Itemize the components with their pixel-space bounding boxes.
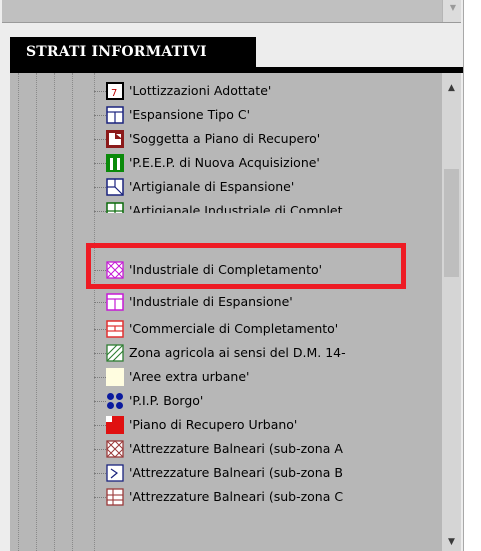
svg-text:7: 7: [111, 88, 117, 99]
tree-item-label: 'Attrezzature Balneari (sub-zona C: [129, 489, 344, 504]
artigianale-espansione-icon: [106, 178, 124, 196]
recupero-urbano-icon: [106, 416, 124, 434]
tree-item-label: 'P.E.E.P. di Nuova Acquisizione': [129, 155, 320, 170]
tree-item-label: 'Commerciale di Completamento': [129, 321, 339, 336]
scroll-down-arrow-icon[interactable]: ▼: [442, 533, 461, 551]
industriale-espansione-icon: [106, 293, 124, 311]
balneari-c-icon: [106, 488, 124, 506]
tree-item-label: 'Lottizzazioni Adottate': [129, 83, 272, 98]
scroll-down-arrow-icon[interactable]: ▼: [450, 3, 456, 12]
pip-borgo-icon: [107, 393, 123, 409]
aree-extra-icon: [106, 368, 124, 386]
highlight-box: [86, 243, 406, 289]
tree-item-zona-agricola[interactable]: Zona agricola ai sensi del D.M. 14-: [10, 341, 442, 365]
tree-item-label: 'Artigianale Industriale di Complet: [129, 203, 343, 213]
scrollbar-thumb[interactable]: [444, 169, 459, 277]
layer-tree: 7 'Lottizzazioni Adottate' 'Espansione T…: [10, 73, 442, 551]
scroll-up-arrow-icon[interactable]: ▲: [442, 79, 461, 97]
commerciale-icon: [106, 320, 124, 338]
espansione-c-icon: [106, 106, 124, 124]
tree-item-label: 'P.I.P. Borgo': [129, 393, 204, 408]
tree-item-label: 'Soggetta a Piano di Recupero': [129, 131, 321, 146]
lottizzazioni-icon: 7: [106, 82, 124, 100]
tree-vertical-scrollbar[interactable]: ▲ ▼: [442, 73, 461, 551]
top-scrollbar[interactable]: ▼: [442, 0, 461, 22]
tree-item-pip-borgo[interactable]: 'P.I.P. Borgo': [10, 389, 442, 413]
tree-item-piano-recupero-urbano[interactable]: 'Piano di Recupero Urbano': [10, 413, 442, 437]
tree-item-label: 'Artigianale di Espansione': [129, 179, 295, 194]
tree-item-balneari-a[interactable]: 'Attrezzature Balneari (sub-zona A: [10, 437, 442, 461]
tree-item-label: 'Espansione Tipo C': [129, 107, 251, 122]
tree-item-soggetta-piano-recupero[interactable]: 'Soggetta a Piano di Recupero': [10, 127, 442, 151]
tree-item-balneari-c[interactable]: 'Attrezzature Balneari (sub-zona C: [10, 485, 442, 509]
zona-agricola-icon: [106, 344, 124, 362]
peep-icon: [106, 154, 124, 172]
balneari-a-icon: [106, 440, 124, 458]
tree-item-label: 'Attrezzature Balneari (sub-zona B: [129, 465, 343, 480]
tree-item-artigianale-industriale[interactable]: 'Artigianale Industriale di Complet: [10, 199, 442, 213]
tree-item-industriale-espansione[interactable]: 'Industriale di Espansione': [10, 290, 442, 314]
piano-recupero-icon: [106, 130, 124, 148]
balneari-b-icon: [106, 464, 124, 482]
tree-item-commerciale-completamento[interactable]: 'Commerciale di Completamento': [10, 317, 442, 341]
tree-item-label: Zona agricola ai sensi del D.M. 14-: [129, 345, 346, 360]
tree-item-label: 'Piano di Recupero Urbano': [129, 417, 298, 432]
tree-item-espansione-tipo-c[interactable]: 'Espansione Tipo C': [10, 103, 442, 127]
top-toolbar-strip: ▼: [2, 0, 461, 23]
tree-item-label: 'Attrezzature Balneari (sub-zona A: [129, 441, 343, 456]
tree-item-lottizzazioni-adottate[interactable]: 7 'Lottizzazioni Adottate': [10, 79, 442, 103]
layers-panel: ▼ STRATI INFORMATIVI 7 'Lottizzazioni Ad…: [0, 0, 464, 551]
tree-item-artigianale-espansione[interactable]: 'Artigianale di Espansione': [10, 175, 442, 199]
tree-item-balneari-b[interactable]: 'Attrezzature Balneari (sub-zona B: [10, 461, 442, 485]
tree-item-aree-extra-urbane[interactable]: 'Aree extra urbane': [10, 365, 442, 389]
tab-strati-informativi[interactable]: STRATI INFORMATIVI: [10, 37, 256, 67]
tree-item-label: 'Industriale di Espansione': [129, 294, 293, 309]
tree-item-label: 'Aree extra urbane': [129, 369, 250, 384]
artigianale-industriale-icon: [106, 202, 124, 213]
tree-item-peep[interactable]: 'P.E.E.P. di Nuova Acquisizione': [10, 151, 442, 175]
